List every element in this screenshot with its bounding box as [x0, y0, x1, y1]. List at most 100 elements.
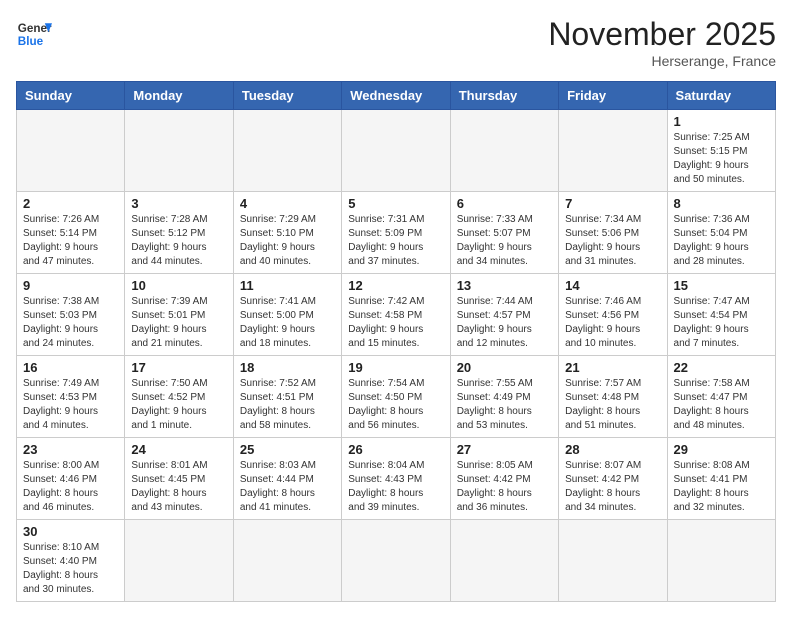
- day-info: Sunrise: 7:44 AM Sunset: 4:57 PM Dayligh…: [457, 295, 552, 351]
- calendar-day-cell: 4Sunrise: 7:29 AM Sunset: 5:10 PM Daylig…: [233, 192, 341, 274]
- weekday-header-monday: Monday: [125, 82, 233, 110]
- day-number: 27: [457, 442, 552, 457]
- day-info: Sunrise: 7:50 AM Sunset: 4:52 PM Dayligh…: [131, 377, 226, 433]
- day-number: 12: [348, 278, 443, 293]
- day-info: Sunrise: 8:03 AM Sunset: 4:44 PM Dayligh…: [240, 459, 335, 515]
- calendar-day-cell: 26 Sunrise: 8:04 AM Sunset: 4:43 PM Dayli…: [342, 438, 450, 520]
- weekday-header-tuesday: Tuesday: [233, 82, 341, 110]
- day-info: Sunrise: 7:28 AM Sunset: 5:12 PM Dayligh…: [131, 213, 226, 269]
- day-info: Sunrise: 7:33 AM Sunset: 5:07 PM Dayligh…: [457, 213, 552, 269]
- day-info: Sunrise: 7:57 AM Sunset: 4:48 PM Dayligh…: [565, 377, 660, 433]
- calendar-day-cell: 24Sunrise: 8:01 AM Sunset: 4:45 PM Dayli…: [125, 438, 233, 520]
- calendar-day-cell: 23 Sunrise: 8:00 AM Sunset: 4:46 PM Dayli…: [17, 438, 125, 520]
- day-info: Sunrise: 7:58 AM Sunset: 4:47 PM Dayligh…: [674, 377, 769, 433]
- day-info: Sunrise: 7:54 AM Sunset: 4:50 PM Dayligh…: [348, 377, 443, 433]
- day-number: 14: [565, 278, 660, 293]
- day-number: 7: [565, 196, 660, 211]
- weekday-header-friday: Friday: [559, 82, 667, 110]
- calendar-day-cell: [559, 110, 667, 192]
- calendar-day-cell: [17, 110, 125, 192]
- day-number: 29: [674, 442, 769, 457]
- month-title: November 2025: [548, 16, 776, 53]
- calendar-day-cell: 16 Sunrise: 7:49 AM Sunset: 4:53 PM Dayli…: [17, 356, 125, 438]
- calendar-day-cell: 17Sunrise: 7:50 AM Sunset: 4:52 PM Dayli…: [125, 356, 233, 438]
- page-header: General Blue November 2025 Herserange, F…: [16, 16, 776, 69]
- calendar-week-row: 2Sunrise: 7:26 AM Sunset: 5:14 PM Daylig…: [17, 192, 776, 274]
- calendar-day-cell: [125, 520, 233, 602]
- day-info: Sunrise: 7:42 AM Sunset: 4:58 PM Dayligh…: [348, 295, 443, 351]
- calendar-day-cell: 1 Sunrise: 7:25 AM Sunset: 5:15 PM Daylig…: [667, 110, 775, 192]
- day-info: Sunrise: 7:41 AM Sunset: 5:00 PM Dayligh…: [240, 295, 335, 351]
- calendar-day-cell: [450, 110, 558, 192]
- calendar-day-cell: 20 Sunrise: 7:55 AM Sunset: 4:49 PM Dayli…: [450, 356, 558, 438]
- calendar-week-row: 23 Sunrise: 8:00 AM Sunset: 4:46 PM Dayli…: [17, 438, 776, 520]
- day-number: 13: [457, 278, 552, 293]
- calendar-day-cell: 9 Sunrise: 7:38 AM Sunset: 5:03 PM Daylig…: [17, 274, 125, 356]
- day-info: Sunrise: 7:31 AM Sunset: 5:09 PM Dayligh…: [348, 213, 443, 269]
- weekday-header-wednesday: Wednesday: [342, 82, 450, 110]
- calendar-day-cell: 13 Sunrise: 7:44 AM Sunset: 4:57 PM Dayli…: [450, 274, 558, 356]
- calendar-day-cell: 28Sunrise: 8:07 AM Sunset: 4:42 PM Dayli…: [559, 438, 667, 520]
- calendar-table: SundayMondayTuesdayWednesdayThursdayFrid…: [16, 81, 776, 602]
- calendar-day-cell: 3 Sunrise: 7:28 AM Sunset: 5:12 PM Daylig…: [125, 192, 233, 274]
- svg-text:Blue: Blue: [18, 35, 44, 48]
- day-number: 26: [348, 442, 443, 457]
- calendar-day-cell: 21 Sunrise: 7:57 AM Sunset: 4:48 PM Dayli…: [559, 356, 667, 438]
- calendar-day-cell: [450, 520, 558, 602]
- calendar-day-cell: 19Sunrise: 7:54 AM Sunset: 4:50 PM Dayli…: [342, 356, 450, 438]
- calendar-week-row: 30Sunrise: 8:10 AM Sunset: 4:40 PM Dayli…: [17, 520, 776, 602]
- calendar-day-cell: 30Sunrise: 8:10 AM Sunset: 4:40 PM Dayli…: [17, 520, 125, 602]
- day-number: 24: [131, 442, 226, 457]
- day-info: Sunrise: 8:08 AM Sunset: 4:41 PM Dayligh…: [674, 459, 769, 515]
- day-info: Sunrise: 8:04 AM Sunset: 4:43 PM Dayligh…: [348, 459, 443, 515]
- day-number: 30: [23, 524, 118, 539]
- calendar-day-cell: 7Sunrise: 7:34 AM Sunset: 5:06 PM Daylig…: [559, 192, 667, 274]
- day-info: Sunrise: 7:46 AM Sunset: 4:56 PM Dayligh…: [565, 295, 660, 351]
- calendar-day-cell: 14 Sunrise: 7:46 AM Sunset: 4:56 PM Dayli…: [559, 274, 667, 356]
- day-number: 21: [565, 360, 660, 375]
- day-info: Sunrise: 8:05 AM Sunset: 4:42 PM Dayligh…: [457, 459, 552, 515]
- day-number: 10: [131, 278, 226, 293]
- day-info: Sunrise: 8:00 AM Sunset: 4:46 PM Dayligh…: [23, 459, 118, 515]
- calendar-week-row: 1 Sunrise: 7:25 AM Sunset: 5:15 PM Daylig…: [17, 110, 776, 192]
- weekday-header-sunday: Sunday: [17, 82, 125, 110]
- day-info: Sunrise: 7:47 AM Sunset: 4:54 PM Dayligh…: [674, 295, 769, 351]
- day-info: Sunrise: 7:26 AM Sunset: 5:14 PM Dayligh…: [23, 213, 118, 269]
- calendar-day-cell: 12 Sunrise: 7:42 AM Sunset: 4:58 PM Dayli…: [342, 274, 450, 356]
- day-number: 6: [457, 196, 552, 211]
- day-info: Sunrise: 7:38 AM Sunset: 5:03 PM Dayligh…: [23, 295, 118, 351]
- calendar-day-cell: 6 Sunrise: 7:33 AM Sunset: 5:07 PM Daylig…: [450, 192, 558, 274]
- calendar-day-cell: 8Sunrise: 7:36 AM Sunset: 5:04 PM Daylig…: [667, 192, 775, 274]
- calendar-week-row: 16 Sunrise: 7:49 AM Sunset: 4:53 PM Dayli…: [17, 356, 776, 438]
- day-number: 16: [23, 360, 118, 375]
- day-number: 15: [674, 278, 769, 293]
- calendar-day-cell: [667, 520, 775, 602]
- day-number: 1: [674, 114, 769, 129]
- calendar-day-cell: [559, 520, 667, 602]
- day-number: 28: [565, 442, 660, 457]
- calendar-day-cell: [125, 110, 233, 192]
- day-info: Sunrise: 7:39 AM Sunset: 5:01 PM Dayligh…: [131, 295, 226, 351]
- location-subtitle: Herserange, France: [548, 53, 776, 69]
- calendar-day-cell: [342, 520, 450, 602]
- day-info: Sunrise: 7:49 AM Sunset: 4:53 PM Dayligh…: [23, 377, 118, 433]
- weekday-header-saturday: Saturday: [667, 82, 775, 110]
- day-info: Sunrise: 7:29 AM Sunset: 5:10 PM Dayligh…: [240, 213, 335, 269]
- day-number: 3: [131, 196, 226, 211]
- day-number: 9: [23, 278, 118, 293]
- calendar-day-cell: [233, 110, 341, 192]
- calendar-week-row: 9 Sunrise: 7:38 AM Sunset: 5:03 PM Daylig…: [17, 274, 776, 356]
- day-number: 23: [23, 442, 118, 457]
- weekday-header-thursday: Thursday: [450, 82, 558, 110]
- day-number: 8: [674, 196, 769, 211]
- calendar-day-cell: 27 Sunrise: 8:05 AM Sunset: 4:42 PM Dayli…: [450, 438, 558, 520]
- day-info: Sunrise: 7:25 AM Sunset: 5:15 PM Dayligh…: [674, 131, 769, 187]
- day-info: Sunrise: 7:55 AM Sunset: 4:49 PM Dayligh…: [457, 377, 552, 433]
- calendar-day-cell: 22Sunrise: 7:58 AM Sunset: 4:47 PM Dayli…: [667, 356, 775, 438]
- calendar-day-cell: 5Sunrise: 7:31 AM Sunset: 5:09 PM Daylig…: [342, 192, 450, 274]
- day-number: 20: [457, 360, 552, 375]
- weekday-header-row: SundayMondayTuesdayWednesdayThursdayFrid…: [17, 82, 776, 110]
- calendar-day-cell: 25Sunrise: 8:03 AM Sunset: 4:44 PM Dayli…: [233, 438, 341, 520]
- calendar-day-cell: 2Sunrise: 7:26 AM Sunset: 5:14 PM Daylig…: [17, 192, 125, 274]
- day-info: Sunrise: 7:52 AM Sunset: 4:51 PM Dayligh…: [240, 377, 335, 433]
